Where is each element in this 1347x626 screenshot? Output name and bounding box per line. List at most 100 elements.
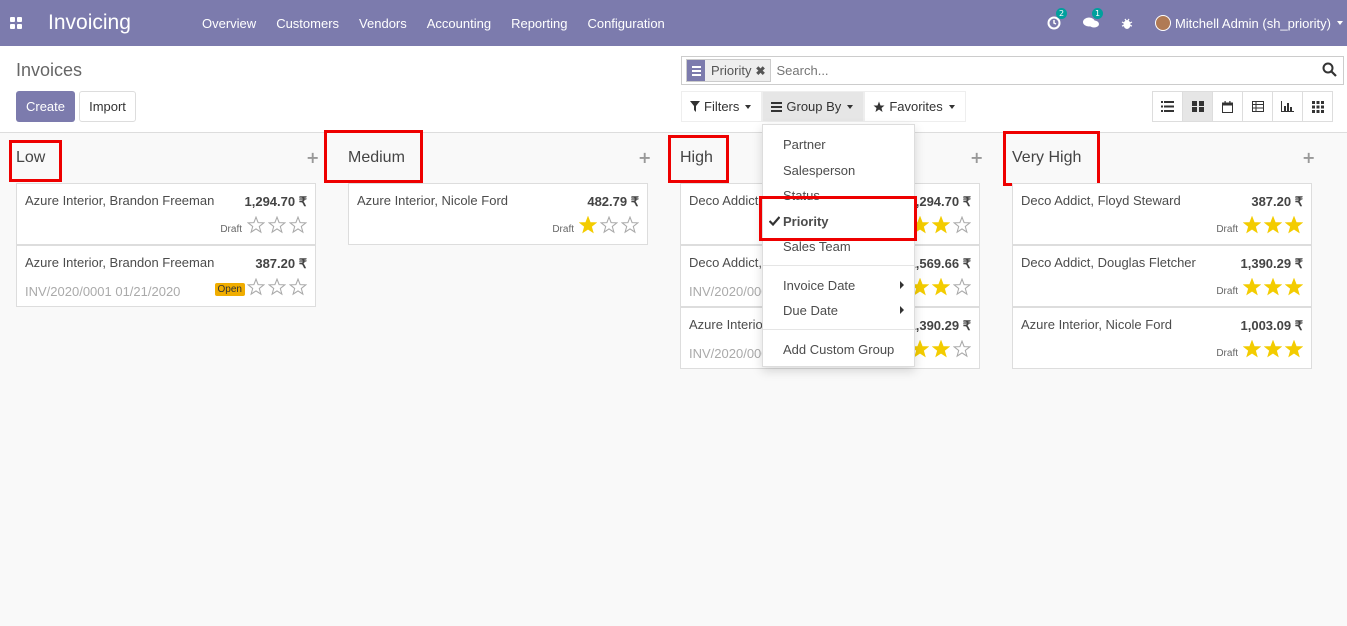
create-button[interactable]: Create xyxy=(16,91,75,122)
calendar-view-button[interactable] xyxy=(1212,91,1243,122)
highlight-box xyxy=(324,130,423,183)
card-amount: 1,294.70 ₹ xyxy=(908,194,972,209)
star-empty-icon[interactable] xyxy=(247,216,265,234)
kanban-card[interactable]: Deco Addict, Douglas Fletcher 1,390.29 ₹ D… xyxy=(1012,245,1312,307)
table-icon xyxy=(1251,101,1264,112)
groupby-option-partner[interactable]: Partner xyxy=(783,137,826,152)
search-icon[interactable] xyxy=(1322,62,1337,81)
star-filled-icon[interactable] xyxy=(932,340,950,358)
filters-label: Filters xyxy=(704,99,740,114)
search-input[interactable] xyxy=(776,63,1297,78)
star-filled-icon[interactable] xyxy=(1264,340,1282,358)
star-filled-icon[interactable] xyxy=(579,216,597,234)
status-badge: Draft xyxy=(1216,286,1238,297)
star-filled-icon[interactable] xyxy=(1285,216,1303,234)
apps-menu-icon[interactable] xyxy=(0,0,32,46)
kanban-card[interactable]: Deco Addict, Floyd Steward 387.20 ₹ Draft xyxy=(1012,183,1312,245)
star-empty-icon[interactable] xyxy=(247,278,265,296)
bug-icon xyxy=(1121,18,1133,29)
groupby-option-salesperson[interactable]: Salesperson xyxy=(783,163,855,178)
column-quick-create-icon[interactable]: + xyxy=(306,148,319,167)
search-facet-priority[interactable]: Priority ✖ xyxy=(686,59,771,82)
search-options: Filters Group By Favorites xyxy=(681,91,966,122)
priority-stars xyxy=(1243,278,1303,296)
groupby-option-due-date[interactable]: Due Date xyxy=(783,303,838,318)
debug-button[interactable] xyxy=(1121,17,1133,30)
view-switcher xyxy=(1152,91,1333,122)
star-icon xyxy=(873,101,885,112)
dashboard-view-button[interactable] xyxy=(1302,91,1333,122)
priority-stars xyxy=(911,278,971,296)
status-badge: Open xyxy=(214,283,245,296)
menu-item-customers[interactable]: Customers xyxy=(266,16,349,31)
card-partner-name: Azure Interior, Nicole Ford xyxy=(1021,317,1173,332)
star-empty-icon[interactable] xyxy=(953,216,971,234)
card-partner-name: Deco Addict xyxy=(689,193,759,208)
filters-button[interactable]: Filters xyxy=(681,91,763,122)
groupby-option-invoice-date[interactable]: Invoice Date xyxy=(783,278,855,293)
kanban-card[interactable]: Azure Interior, Nicole Ford 482.79 ₹ Draft xyxy=(348,183,648,245)
activity-button[interactable]: 2 xyxy=(1047,8,1068,30)
kanban-card[interactable]: Azure Interior, Brandon Freeman 1,294.70 … xyxy=(16,183,316,245)
user-name: Mitchell Admin (sh_priority) xyxy=(1174,15,1331,31)
star-filled-icon[interactable] xyxy=(1243,216,1261,234)
app-title[interactable]: Invoicing xyxy=(48,11,192,35)
group-by-button[interactable]: Group By xyxy=(762,91,865,122)
star-empty-icon[interactable] xyxy=(953,340,971,358)
star-empty-icon[interactable] xyxy=(600,216,618,234)
menu-item-overview[interactable]: Overview xyxy=(192,16,266,31)
card-partner-name: Deco Addict, Floyd Steward xyxy=(1021,193,1181,208)
kanban-icon xyxy=(1191,101,1204,112)
add-custom-group-button[interactable]: Add Custom Group xyxy=(783,342,894,357)
star-filled-icon[interactable] xyxy=(1285,340,1303,358)
kanban-view-button[interactable] xyxy=(1182,91,1213,122)
priority-stars xyxy=(247,278,307,296)
bars-icon xyxy=(771,101,783,112)
status-badge: Draft xyxy=(1216,348,1238,359)
favorites-label: Favorites xyxy=(889,99,943,114)
star-filled-icon[interactable] xyxy=(1264,216,1282,234)
menu-item-reporting[interactable]: Reporting xyxy=(501,16,577,31)
column-quick-create-icon[interactable]: + xyxy=(638,148,651,167)
star-filled-icon[interactable] xyxy=(932,278,950,296)
star-empty-icon[interactable] xyxy=(268,216,286,234)
bar-chart-icon xyxy=(1281,101,1294,112)
column-quick-create-icon[interactable]: + xyxy=(970,148,983,167)
import-button[interactable]: Import xyxy=(79,91,136,122)
menu-item-accounting[interactable]: Accounting xyxy=(417,16,501,31)
kanban-card[interactable]: Azure Interior, Nicole Ford 1,003.09 ₹ Dra… xyxy=(1012,307,1312,369)
star-filled-icon[interactable] xyxy=(1285,278,1303,296)
favorites-button[interactable]: Favorites xyxy=(864,91,966,122)
kanban-card[interactable]: Azure Interior, Brandon Freeman 387.20 ₹ I… xyxy=(16,245,316,307)
star-filled-icon[interactable] xyxy=(1264,278,1282,296)
priority-stars xyxy=(911,340,971,358)
star-filled-icon[interactable] xyxy=(1243,340,1261,358)
groupby-option-sales-team[interactable]: Sales Team xyxy=(783,239,851,254)
status-badge: Draft xyxy=(552,224,574,235)
user-menu[interactable]: Mitchell Admin (sh_priority) xyxy=(1154,15,1343,31)
star-empty-icon[interactable] xyxy=(289,278,307,296)
star-empty-icon[interactable] xyxy=(621,216,639,234)
chevron-down-icon xyxy=(1337,21,1343,25)
star-filled-icon[interactable] xyxy=(932,216,950,234)
card-amount: 1,294.70 ₹ xyxy=(244,194,308,209)
priority-stars xyxy=(1243,216,1303,234)
card-partner-name: Azure Interior, Nicole Ford xyxy=(357,193,509,208)
menu-item-vendors[interactable]: Vendors xyxy=(349,16,417,31)
messages-button[interactable]: 1 xyxy=(1082,8,1104,30)
divider xyxy=(763,329,914,330)
star-empty-icon[interactable] xyxy=(268,278,286,296)
star-filled-icon[interactable] xyxy=(1243,278,1261,296)
list-view-button[interactable] xyxy=(1152,91,1183,122)
priority-stars xyxy=(1243,340,1303,358)
graph-view-button[interactable] xyxy=(1272,91,1303,122)
menu-item-configuration[interactable]: Configuration xyxy=(577,16,674,31)
avatar xyxy=(1154,15,1171,31)
pivot-view-button[interactable] xyxy=(1242,91,1273,122)
list-icon xyxy=(1161,101,1174,112)
top-navbar: Invoicing Overview Customers Vendors Acc… xyxy=(0,0,1347,46)
star-empty-icon[interactable] xyxy=(289,216,307,234)
close-icon[interactable]: ✖ xyxy=(755,64,769,78)
column-quick-create-icon[interactable]: + xyxy=(1302,148,1315,167)
star-empty-icon[interactable] xyxy=(953,278,971,296)
